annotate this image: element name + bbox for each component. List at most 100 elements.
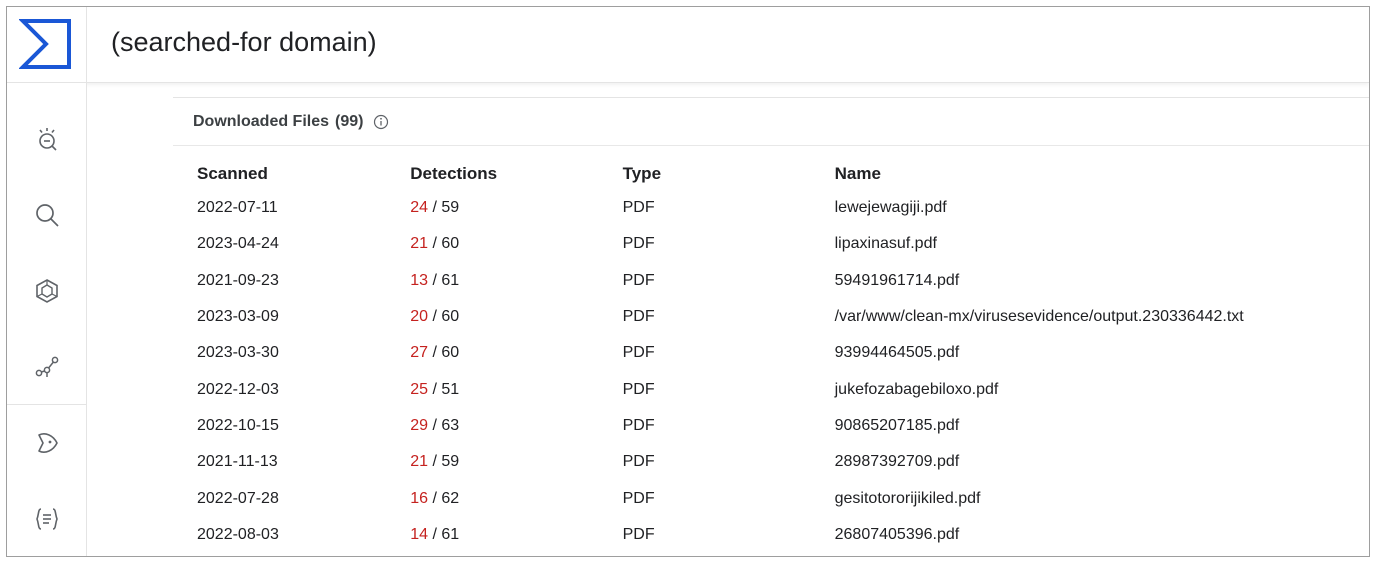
detections-total: / 61 [428, 525, 460, 543]
panel-title: Downloaded Files [193, 112, 330, 130]
column-header-type[interactable]: Type [623, 158, 835, 190]
search-icon [36, 204, 59, 227]
search-title[interactable]: (searched-for domain) [111, 27, 377, 58]
detections-total: / 59 [428, 199, 460, 217]
detections-total: / 51 [428, 380, 460, 398]
table-row[interactable]: 2021-09-23 13 / 61 PDF 59491961714.pdf [197, 263, 1369, 299]
collections-icon [38, 433, 58, 453]
detections-positive: 29 [410, 416, 429, 434]
sidebar-item-api[interactable] [29, 501, 65, 537]
detections-total: / 59 [428, 453, 460, 471]
file-name-link[interactable]: jukefozabagebiloxo.pdf [835, 371, 1369, 407]
sidebar-item-threat-landscape[interactable] [29, 121, 65, 157]
file-count: (99) [335, 112, 364, 130]
sigma-logo-icon [18, 19, 71, 69]
table-row[interactable]: 2022-10-15 29 / 63 PDF 90865207185.pdf [197, 408, 1369, 444]
file-name-link[interactable]: 93994464505.pdf [835, 335, 1369, 371]
scanned-date: 2022-10-15 [197, 416, 279, 434]
detections-positive: 13 [410, 271, 429, 289]
detections-positive: 21 [410, 453, 429, 471]
app-window: (searched-for domain) Downloaded Files (… [6, 6, 1370, 557]
table-row[interactable]: 2023-04-24 21 / 60 PDF lipaxinasuf.pdf [197, 226, 1369, 262]
scanned-date: 2022-08-03 [197, 525, 279, 543]
detections: 25 / 51 [410, 371, 622, 407]
file-name-link[interactable]: gesitotororijikiled.pdf [835, 480, 1369, 516]
scanned-date: 2021-09-23 [197, 271, 279, 289]
scanned-date: 2021-11-13 [197, 453, 278, 471]
file-type: PDF [622, 489, 655, 507]
scanned-date: 2023-03-09 [197, 308, 279, 326]
file-type: PDF [622, 235, 655, 253]
file-type: PDF [622, 344, 655, 362]
detections: 14 / 61 [410, 517, 622, 553]
info-icon[interactable] [373, 114, 389, 130]
detections: 20 / 60 [410, 299, 622, 335]
table-row[interactable]: 2021-11-13 21 / 59 PDF 28987392709.pdf [197, 444, 1369, 480]
detections: 21 / 59 [410, 444, 622, 480]
detections-positive: 25 [410, 380, 429, 398]
panel-header: Downloaded Files (99) [173, 98, 1369, 146]
detections: 27 / 60 [410, 335, 622, 371]
downloaded-files-panel: Downloaded Files (99) Scanned Detections… [173, 97, 1369, 556]
file-type: PDF [622, 308, 655, 326]
table-row[interactable]: 2022-07-28 16 / 62 PDF gesitotororijikiled.… [197, 480, 1369, 516]
detections-positive: 21 [410, 235, 429, 253]
sidebar-item-search[interactable] [29, 197, 65, 233]
logo[interactable] [7, 7, 87, 83]
detections: 13 / 61 [410, 263, 622, 299]
detections-positive: 16 [410, 489, 429, 507]
detections: 21 / 60 [410, 226, 622, 262]
sidebar [7, 83, 87, 556]
scanned-date: 2022-07-28 [197, 489, 279, 507]
file-name-link[interactable]: 90865207185.pdf [835, 408, 1369, 444]
column-header-detections[interactable]: Detections [410, 158, 622, 190]
detections-total: / 60 [428, 235, 460, 253]
column-header-scanned[interactable]: Scanned [197, 158, 410, 190]
detections-total: / 61 [428, 271, 460, 289]
sidebar-divider [7, 404, 87, 405]
sidebar-item-graph[interactable] [29, 349, 65, 385]
detections-total: / 63 [428, 416, 460, 434]
scanned-date: 2023-04-24 [197, 235, 279, 253]
scanned-date: 2022-12-03 [197, 380, 279, 398]
file-name-link[interactable]: lewejewagiji.pdf [835, 190, 1369, 226]
top-bar: (searched-for domain) [7, 7, 1369, 83]
detections-positive: 24 [410, 199, 429, 217]
files-table: Scanned Detections Type Name 2022-07-11 2… [197, 158, 1369, 553]
file-type: PDF [622, 199, 655, 217]
table-body: 2022-07-11 24 / 59 PDF lewejewagiji.pdf 2023… [197, 190, 1369, 553]
detections: 29 / 63 [410, 408, 622, 444]
detections: 16 / 62 [410, 480, 622, 516]
table-row[interactable]: 2022-08-03 14 / 61 PDF 26807405396.pdf [197, 517, 1369, 553]
file-name-link[interactable]: 26807405396.pdf [835, 517, 1369, 553]
sidebar-item-hunting[interactable] [29, 273, 65, 309]
file-type: PDF [622, 271, 655, 289]
detections-total: / 60 [428, 344, 460, 362]
file-name-link[interactable]: 28987392709.pdf [835, 444, 1369, 480]
table-row[interactable]: 2022-07-11 24 / 59 PDF lewejewagiji.pdf [197, 190, 1369, 226]
detections-total: / 62 [428, 489, 460, 507]
file-name-link[interactable]: /var/www/clean-mx/virusesevidence/output… [835, 299, 1369, 335]
detections-total: / 60 [428, 308, 460, 326]
graph-icon [35, 356, 59, 377]
table-row[interactable]: 2022-12-03 25 / 51 PDF jukefozabagebiloxo.p… [197, 371, 1369, 407]
detections: 24 / 59 [410, 190, 622, 226]
detections-positive: 14 [410, 525, 429, 543]
table-row[interactable]: 2023-03-09 20 / 60 PDF/var/www/clean-mx/vi… [197, 299, 1369, 335]
scanned-date: 2023-03-30 [197, 344, 279, 362]
detections-positive: 27 [410, 344, 429, 362]
table-header-row: Scanned Detections Type Name [197, 158, 1369, 190]
file-type: PDF [622, 525, 655, 543]
file-type: PDF [622, 380, 655, 398]
api-json-icon [36, 508, 58, 530]
table-row[interactable]: 2023-03-30 27 / 60 PDF 93994464505.pdf [197, 335, 1369, 371]
scanned-date: 2022-07-11 [197, 199, 278, 217]
sidebar-item-collections[interactable] [29, 425, 65, 461]
file-name-link[interactable]: lipaxinasuf.pdf [835, 226, 1369, 262]
threat-landscape-icon [39, 128, 57, 151]
file-name-link[interactable]: 59491961714.pdf [835, 263, 1369, 299]
file-type: PDF [622, 453, 655, 471]
detections-positive: 20 [410, 308, 429, 326]
column-header-name[interactable]: Name [835, 158, 1369, 190]
file-type: PDF [622, 416, 655, 434]
